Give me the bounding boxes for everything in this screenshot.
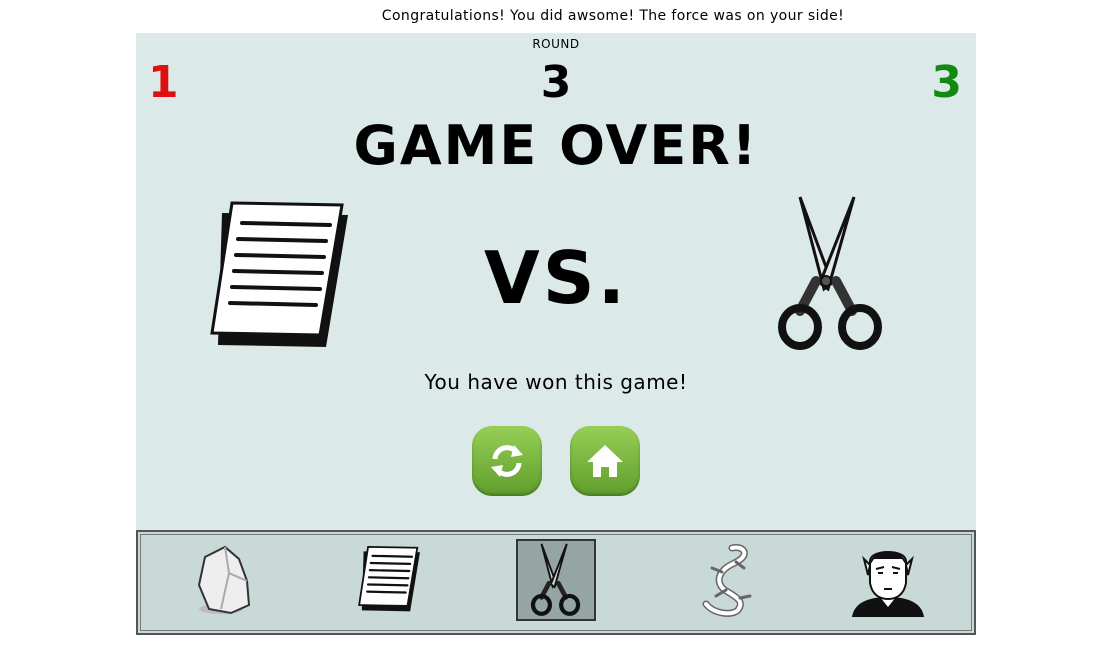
player-score: 1 — [148, 57, 179, 108]
choice-lizard-button[interactable] — [684, 539, 764, 621]
round-label: ROUND — [532, 37, 580, 51]
play-again-button[interactable] — [472, 426, 542, 496]
choice-scissors-button[interactable] — [516, 539, 596, 621]
choice-spock-button[interactable] — [848, 539, 928, 621]
game-over-title: GAME OVER! — [353, 114, 759, 177]
paper-icon — [358, 546, 420, 612]
rock-icon — [197, 545, 251, 615]
replay-icon — [491, 445, 523, 477]
computer-score: 3 — [931, 57, 962, 108]
lizard-icon — [702, 544, 752, 617]
status-message: Congratulations! You did awsome! The for… — [381, 8, 845, 24]
choice-bar — [136, 530, 976, 635]
computer-choice-scissors-icon — [776, 193, 886, 355]
spock-icon — [852, 551, 924, 617]
home-icon — [587, 445, 623, 477]
game-result-message: You have won this game! — [424, 370, 688, 394]
round-number: 3 — [540, 57, 572, 108]
choice-paper-button[interactable] — [350, 539, 430, 621]
game-board: ROUND 3 1 3 GAME OVER! VS. You have won … — [136, 33, 976, 531]
choice-rock-button[interactable] — [184, 539, 264, 621]
scissors-icon — [530, 543, 581, 616]
home-button[interactable] — [570, 426, 640, 496]
